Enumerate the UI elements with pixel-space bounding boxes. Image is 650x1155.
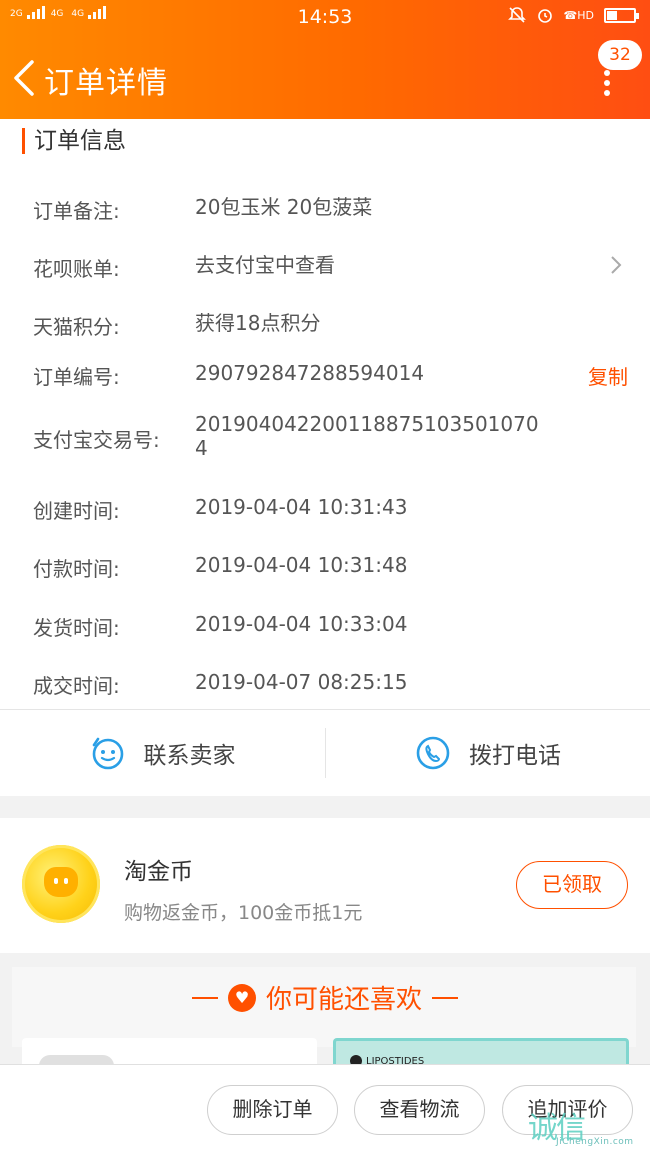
mute-bell-icon xyxy=(507,7,526,23)
section-gap xyxy=(0,796,650,818)
row-value: 20包玉米 20包菠菜 xyxy=(195,195,373,219)
phone-icon xyxy=(416,736,450,770)
battery-icon xyxy=(604,7,639,23)
header-bar: 2G 4G 4G 14:53 ☎HD 订单详情 32 xyxy=(0,0,650,119)
recommendation-header: ♥ 你可能还喜欢 xyxy=(0,979,650,1016)
page-title: 订单详情 xyxy=(44,66,168,101)
more-vertical-icon[interactable] xyxy=(604,70,610,96)
hd-label: HD xyxy=(577,8,594,22)
row-label: 天猫积分: xyxy=(33,315,120,339)
row-label: 订单编号: xyxy=(33,365,120,389)
contact-seller-label: 联系卖家 xyxy=(143,743,236,769)
row-label: 支付宝交易号: xyxy=(33,428,160,452)
call-phone-label: 拨打电话 xyxy=(469,743,561,769)
hd-call-icon: ☎HD xyxy=(563,8,594,22)
bottom-action-bar: 删除订单 查看物流 追加评价 诚信 JiChengXin.com xyxy=(0,1064,650,1155)
chat-smile-icon xyxy=(92,737,123,770)
decorative-line xyxy=(432,996,458,999)
chevron-right-icon xyxy=(611,256,622,274)
call-phone-button[interactable]: 拨打电话 xyxy=(326,710,650,796)
message-count-badge[interactable]: 32 xyxy=(598,40,642,70)
decorative-line xyxy=(191,996,218,999)
row-value: 290792847288594014 xyxy=(195,361,425,385)
coin-subtitle: 购物返金币，100金币抵1元 xyxy=(124,902,363,924)
navigation-bar: 订单详情 32 xyxy=(0,40,650,115)
row-label: 创建时间: xyxy=(33,499,120,523)
row-value: 2019040422001188751035010704 xyxy=(195,412,539,460)
chevron-left-icon[interactable] xyxy=(10,58,40,98)
contact-bar: 联系卖家 拨打电话 xyxy=(0,710,650,796)
contact-seller-button[interactable]: 联系卖家 xyxy=(0,710,325,796)
row-value: 2019-04-07 08:25:15 xyxy=(195,670,408,694)
row-value: 获得18点积分 xyxy=(195,311,321,335)
delete-order-button[interactable]: 删除订单 xyxy=(207,1085,338,1135)
row-label: 付款时间: xyxy=(33,557,120,581)
taobao-coin-card: 淘金币 购物返金币，100金币抵1元 已领取 xyxy=(0,818,650,953)
section-title-order-info: 订单信息 xyxy=(22,128,126,154)
recommendation-title: 你可能还喜欢 xyxy=(265,985,422,1015)
row-label: 花呗账单: xyxy=(33,257,120,281)
coin-title: 淘金币 xyxy=(124,859,193,885)
row-value: 2019-04-04 10:33:04 xyxy=(195,612,408,636)
watermark: 诚信 JiChengXin.com xyxy=(526,1103,646,1149)
coin-icon xyxy=(22,845,100,923)
row-label: 订单备注: xyxy=(33,199,120,223)
row-label: 发货时间: xyxy=(33,616,120,640)
status-bar: 2G 4G 4G 14:53 ☎HD xyxy=(0,0,650,34)
row-value: 去支付宝中查看 xyxy=(195,253,335,277)
alarm-icon xyxy=(537,9,552,23)
view-logistics-button[interactable]: 查看物流 xyxy=(354,1085,485,1135)
watermark-url: JiChengXin.com xyxy=(556,1137,634,1147)
claimed-button[interactable]: 已领取 xyxy=(516,861,628,909)
heart-icon: ♥ xyxy=(227,983,256,1012)
status-icons: ☎HD xyxy=(507,6,639,24)
copy-button[interactable]: 复制 xyxy=(588,361,628,390)
row-value: 2019-04-04 10:31:43 xyxy=(195,495,408,519)
row-label: 成交时间: xyxy=(33,674,120,698)
row-value: 2019-04-04 10:31:48 xyxy=(195,553,408,577)
